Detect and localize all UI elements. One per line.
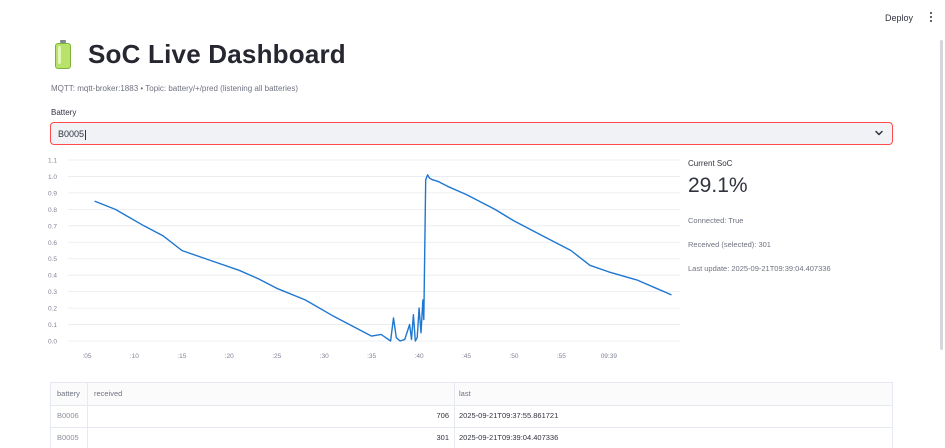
x-tick-label: :45: [462, 353, 471, 360]
y-tick-label: 0.8: [48, 207, 57, 214]
connection-status: Connected: True: [688, 216, 744, 225]
column-header-battery[interactable]: battery: [51, 383, 88, 405]
x-tick-label: :50: [509, 353, 518, 360]
last-update: Last update: 2025-09-21T09:39:04.407336: [688, 264, 831, 273]
page-scrollbar[interactable]: [940, 40, 943, 350]
cell-received[interactable]: 706: [88, 405, 455, 427]
battery-select-label: Battery: [51, 108, 77, 117]
y-tick-label: 0.7: [48, 223, 57, 230]
battery-icon: [55, 39, 71, 69]
y-axis: 0.0 0.1 0.2 0.3 0.4 0.5 0.6 0.7 0.8 0.9 1.0 1.1: [48, 158, 57, 346]
x-tick-label: 09:39: [601, 353, 618, 360]
cell-battery[interactable]: B0005: [51, 427, 88, 448]
x-tick-label: :05: [82, 353, 91, 360]
x-tick-label: :30: [320, 353, 329, 360]
y-tick-label: 0.4: [48, 273, 57, 280]
cell-last[interactable]: 2025-09-21T09:39:04.407336: [455, 427, 892, 448]
x-tick-label: :25: [272, 353, 281, 360]
chart-grid: [68, 159, 680, 342]
battery-table[interactable]: battery received last B0006 706 2025-09-…: [50, 382, 893, 448]
cell-received[interactable]: 301: [88, 427, 455, 448]
y-tick-label: 1.1: [48, 158, 57, 165]
y-tick-label: 1.0: [48, 174, 57, 181]
cell-last[interactable]: 2025-09-21T09:37:55.861721: [455, 405, 892, 427]
page-header: SoC Live Dashboard: [55, 38, 346, 70]
table-row[interactable]: B0005 301 2025-09-21T09:39:04.407336: [51, 427, 892, 448]
x-tick-label: :10: [130, 353, 139, 360]
soc-line-chart[interactable]: 0.0 0.1 0.2 0.3 0.4 0.5 0.6 0.7 0.8 0.9 1.0 1.1 :05…: [42, 152, 682, 370]
current-soc-value: 29.1%: [688, 174, 748, 197]
cell-battery[interactable]: B0006: [51, 405, 88, 427]
x-tick-label: :20: [225, 353, 234, 360]
y-tick-label: 0.3: [48, 289, 57, 296]
received-count: Received (selected): 301: [688, 240, 771, 249]
page-title: SoC Live Dashboard: [88, 38, 346, 69]
y-tick-label: 0.6: [48, 240, 57, 247]
table-header-row: battery received last: [51, 383, 892, 406]
chevron-down-icon[interactable]: [874, 128, 884, 138]
battery-select[interactable]: B0005: [50, 122, 893, 145]
battery-select-value: B0005: [58, 129, 85, 139]
x-tick-label: :15: [177, 353, 186, 360]
y-tick-label: 0.0: [48, 339, 57, 346]
y-tick-label: 0.1: [48, 322, 57, 329]
column-header-last[interactable]: last: [455, 383, 892, 405]
x-tick-label: :35: [367, 353, 376, 360]
current-soc-label: Current SoC: [688, 159, 733, 168]
y-tick-label: 0.9: [48, 190, 57, 197]
column-header-received[interactable]: received: [88, 383, 455, 405]
mqtt-caption: MQTT: mqtt-broker:1883 • Topic: battery/…: [51, 84, 298, 93]
x-tick-label: :40: [415, 353, 424, 360]
table-row[interactable]: B0006 706 2025-09-21T09:37:55.861721: [51, 405, 892, 428]
text-cursor: [85, 129, 87, 140]
app-header: Deploy: [0, 0, 945, 36]
kebab-menu-icon[interactable]: [928, 12, 934, 24]
y-tick-label: 0.5: [48, 256, 57, 263]
deploy-button[interactable]: Deploy: [885, 13, 913, 23]
soc-series-line: [94, 174, 672, 342]
x-tick-label: :55: [557, 353, 566, 360]
x-axis: :05 :10 :15 :20 :25 :30 :35 :40 :45 :50 :55 09:39: [82, 353, 617, 360]
y-tick-label: 0.2: [48, 306, 57, 313]
